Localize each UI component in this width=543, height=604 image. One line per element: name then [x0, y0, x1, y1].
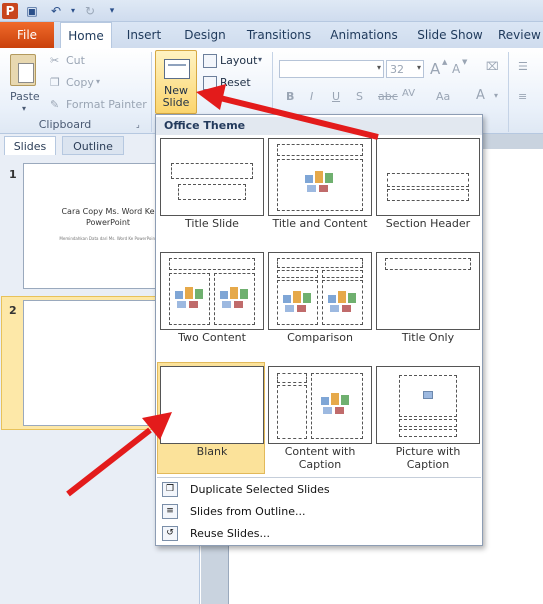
- annotation-arrows: [66, 84, 379, 497]
- arrow-to-new-slide: [196, 84, 379, 140]
- arrow-to-blank-layout: [66, 412, 172, 497]
